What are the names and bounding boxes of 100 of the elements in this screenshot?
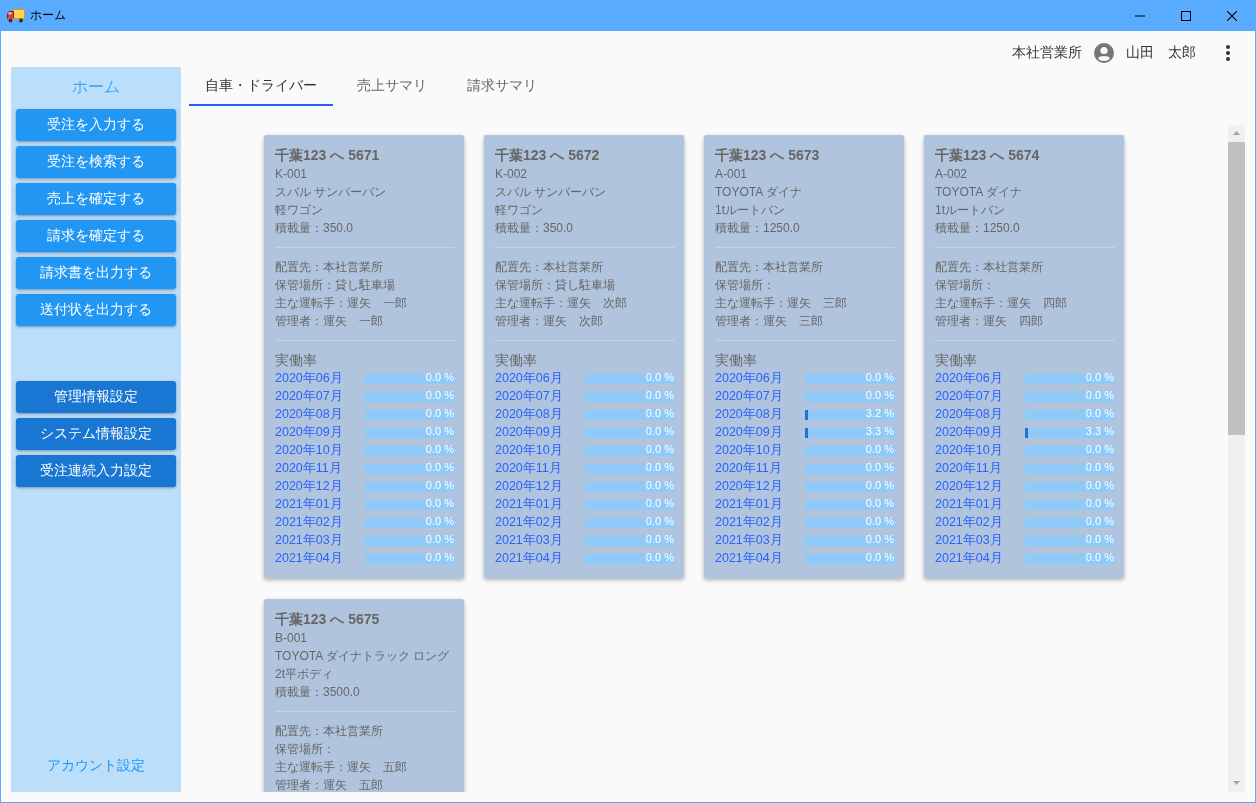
settings-button[interactable]: 受注連続入力設定 [16, 455, 176, 487]
percent-label: 0.0 % [1085, 550, 1114, 564]
month-link[interactable]: 2020年10月 [495, 441, 585, 459]
month-link[interactable]: 2021年03月 [275, 531, 365, 549]
nav-button[interactable]: 売上を確定する [16, 183, 176, 215]
month-link[interactable]: 2020年06月 [715, 369, 805, 387]
scrollbar-thumb[interactable] [1228, 142, 1245, 435]
month-link[interactable]: 2021年01月 [935, 495, 1025, 513]
month-link[interactable]: 2020年07月 [715, 387, 805, 405]
detail-text: 主な運転手：運矢 一郎 [275, 295, 408, 312]
nav-button[interactable]: 送付状を出力する [16, 294, 176, 326]
month-link[interactable]: 2020年09月 [715, 423, 805, 441]
month-link[interactable]: 2020年07月 [935, 387, 1025, 405]
detail-text: 配置先：本社営業所 [715, 259, 824, 276]
month-link[interactable]: 2020年10月 [275, 441, 365, 459]
month-link[interactable]: 2020年08月 [275, 405, 365, 423]
month-link[interactable]: 2020年10月 [935, 441, 1025, 459]
plate-number: 千葉123 へ 5674 [935, 146, 1041, 165]
percent-label: 0.0 % [1085, 478, 1114, 492]
percent-label: 0.0 % [1085, 442, 1114, 456]
settings-button[interactable]: システム情報設定 [16, 418, 176, 450]
detail-text: 保管場所： [715, 277, 776, 294]
body-type: 1tルートバン [935, 202, 1006, 219]
month-link[interactable]: 2020年12月 [935, 477, 1025, 495]
month-link[interactable]: 2021年02月 [275, 513, 365, 531]
month-link[interactable]: 2021年04月 [275, 549, 365, 567]
scroll-down-icon[interactable] [1233, 781, 1240, 785]
percent-label: 0.0 % [645, 496, 674, 510]
close-icon[interactable] [1227, 10, 1237, 21]
month-link[interactable]: 2020年08月 [935, 405, 1025, 423]
body-type: 軽ワゴン [495, 202, 544, 219]
percent-label: 0.0 % [645, 478, 674, 492]
tab[interactable]: 自車・ドライバー [189, 67, 333, 106]
vehicle-code: K-002 [495, 166, 529, 183]
month-link[interactable]: 2020年12月 [275, 477, 365, 495]
detail-text: 管理者：運矢 三郎 [715, 313, 824, 330]
vehicle-code: A-001 [715, 166, 749, 183]
month-link[interactable]: 2021年02月 [715, 513, 805, 531]
percent-label: 0.0 % [1085, 388, 1114, 402]
scroll-up-icon[interactable] [1233, 131, 1240, 135]
month-link[interactable]: 2020年11月 [715, 459, 805, 477]
month-link[interactable]: 2020年06月 [935, 369, 1025, 387]
month-link[interactable]: 2021年01月 [495, 495, 585, 513]
month-link[interactable]: 2021年04月 [935, 549, 1025, 567]
month-link[interactable]: 2021年01月 [275, 495, 365, 513]
month-link[interactable]: 2020年06月 [275, 369, 365, 387]
nav-button[interactable]: 受注を入力する [16, 109, 176, 141]
month-link[interactable]: 2020年12月 [495, 477, 585, 495]
percent-label: 0.0 % [645, 550, 674, 564]
detail-text: 配置先：本社営業所 [935, 259, 1044, 276]
month-link[interactable]: 2021年02月 [935, 513, 1025, 531]
month-link[interactable]: 2020年11月 [935, 459, 1025, 477]
month-link[interactable]: 2020年08月 [715, 405, 805, 423]
month-link[interactable]: 2020年11月 [275, 459, 365, 477]
nav-button[interactable]: 請求を確定する [16, 220, 176, 252]
month-link[interactable]: 2021年04月 [715, 549, 805, 567]
month-link[interactable]: 2020年12月 [715, 477, 805, 495]
month-link[interactable]: 2020年11月 [495, 459, 585, 477]
percent-label: 0.0 % [645, 424, 674, 438]
detail-text: 主な運転手：運矢 四郎 [935, 295, 1068, 312]
percent-label: 0.0 % [645, 532, 674, 546]
month-link[interactable]: 2020年10月 [715, 441, 805, 459]
month-link[interactable]: 2020年09月 [275, 423, 365, 441]
percent-label: 0.0 % [645, 514, 674, 528]
month-link[interactable]: 2021年04月 [495, 549, 585, 567]
settings-button[interactable]: 管理情報設定 [16, 381, 176, 413]
month-link[interactable]: 2020年09月 [935, 423, 1025, 441]
tab[interactable]: 売上サマリ [341, 67, 443, 106]
detail-text: 主な運転手：運矢 次郎 [495, 295, 628, 312]
percent-label: 0.0 % [1085, 460, 1114, 474]
percent-label: 0.0 % [425, 442, 454, 456]
month-link[interactable]: 2021年02月 [495, 513, 585, 531]
month-link[interactable]: 2021年03月 [495, 531, 585, 549]
load-capacity: 積載量：350.0 [275, 220, 355, 237]
month-link[interactable]: 2021年01月 [715, 495, 805, 513]
maximize-icon[interactable] [1181, 10, 1191, 21]
month-link[interactable]: 2020年09月 [495, 423, 585, 441]
nav-button[interactable]: 受注を検索する [16, 146, 176, 178]
plate-number: 千葉123 へ 5672 [495, 146, 601, 165]
tab[interactable]: 請求サマリ [451, 67, 553, 106]
month-link[interactable]: 2021年03月 [715, 531, 805, 549]
month-link[interactable]: 2020年08月 [495, 405, 585, 423]
detail-text: 配置先：本社営業所 [275, 259, 384, 276]
percent-label: 0.0 % [865, 532, 894, 546]
month-link[interactable]: 2020年07月 [275, 387, 365, 405]
utilization-heading: 実働率 [715, 351, 758, 369]
account-settings-link[interactable]: アカウント設定 [47, 755, 145, 775]
month-link[interactable]: 2020年07月 [495, 387, 585, 405]
percent-label: 0.0 % [425, 460, 454, 474]
month-link[interactable]: 2021年03月 [935, 531, 1025, 549]
more-icon[interactable] [1226, 45, 1230, 61]
month-link[interactable]: 2020年06月 [495, 369, 585, 387]
percent-label: 0.0 % [865, 478, 894, 492]
percent-label: 3.2 % [865, 406, 894, 420]
body-type: 1tルートバン [715, 202, 786, 219]
nav-button[interactable]: 請求書を出力する [16, 257, 176, 289]
scrollbar[interactable] [1228, 125, 1245, 792]
percent-label: 3.3 % [865, 424, 894, 438]
window-title: ホーム [30, 7, 67, 24]
percent-label: 0.0 % [865, 388, 894, 402]
